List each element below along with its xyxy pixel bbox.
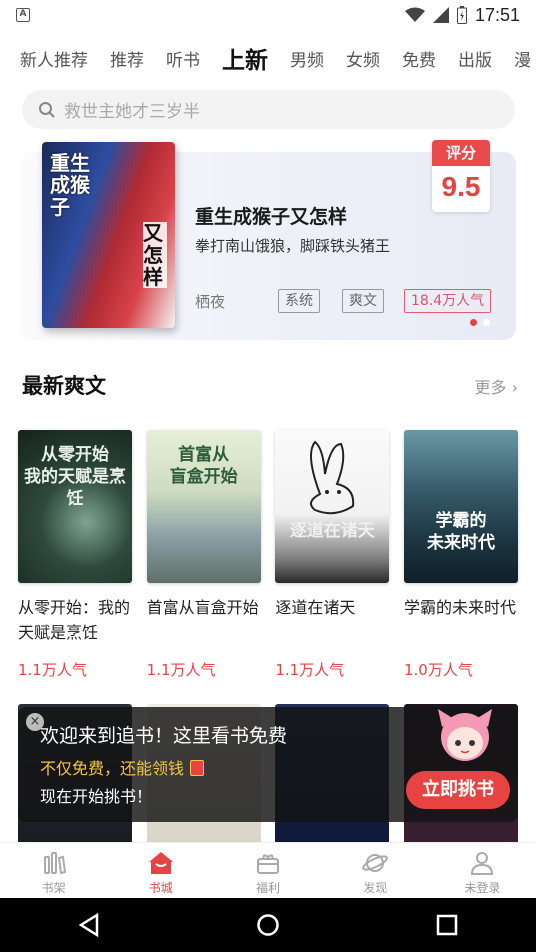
book-cover-title: 首富从 盲盒开始 bbox=[169, 445, 238, 487]
carousel-dots bbox=[470, 319, 490, 326]
book-popularity: 1.1万人气 bbox=[146, 661, 216, 679]
book-popularity: 1.1万人气 bbox=[18, 661, 87, 679]
book-title[interactable]: 首富从盲盒开始 bbox=[147, 595, 261, 645]
book-card[interactable]: 从零开始 我的天赋是烹饪 从零开始：我的天赋是烹饪 1.1万人气 bbox=[18, 430, 132, 680]
promo-subline: 不仅免费，还能领钱 bbox=[40, 755, 205, 779]
nav-label: 书架 bbox=[41, 881, 66, 895]
back-icon[interactable] bbox=[78, 913, 100, 937]
banner-tag: 系统 bbox=[278, 289, 320, 313]
book-popularity: 1.1万人气 bbox=[275, 661, 345, 679]
section-title: 最新爽文 bbox=[22, 374, 106, 398]
book-cover[interactable]: 逐道在诸天 bbox=[275, 430, 390, 583]
recents-icon[interactable] bbox=[436, 914, 458, 936]
rabbit-illustration bbox=[310, 440, 355, 515]
bookshelf-icon bbox=[43, 852, 66, 875]
clock: 17:51 bbox=[474, 4, 520, 25]
banner-cover-title-1: 重生成猴子 bbox=[50, 151, 90, 219]
search-placeholder: 救世主她才三岁半 bbox=[64, 102, 200, 122]
promo-call: 现在开始挑书！ bbox=[40, 787, 153, 806]
search-input[interactable]: 救世主她才三岁半 bbox=[22, 90, 515, 129]
system-navigation-bar bbox=[0, 898, 536, 952]
score-value: 9.5 bbox=[441, 171, 481, 202]
book-list: 从零开始 我的天赋是烹饪 从零开始：我的天赋是烹饪 1.1万人气 首富从 盲盒开… bbox=[18, 430, 518, 680]
tab-free[interactable]: 免费 bbox=[402, 46, 436, 71]
nav-discover[interactable]: 发现 bbox=[322, 843, 429, 898]
status-bar: A 17:51 bbox=[0, 0, 536, 30]
banner-author: 栖夜 bbox=[195, 293, 226, 311]
nav-label: 发现 bbox=[363, 881, 388, 895]
carousel-dot-active bbox=[470, 319, 477, 326]
nav-bookstore[interactable]: 书城 bbox=[107, 843, 214, 898]
book-popularity: 1.0万人气 bbox=[403, 661, 473, 679]
wifi-icon bbox=[404, 7, 425, 22]
banner-tag: 爽文 bbox=[342, 289, 384, 313]
mascot-icon bbox=[438, 709, 492, 761]
planet-icon bbox=[362, 854, 389, 872]
welcome-promo-banner[interactable]: × 欢迎来到追书！这里看书免费 不仅免费，还能领钱 现在开始挑书！ 立即挑书 bbox=[18, 707, 518, 822]
book-cover-title: 逐道在诸天 bbox=[289, 521, 375, 541]
notification-icon: A bbox=[16, 8, 30, 22]
nav-welfare[interactable]: 福利 bbox=[214, 843, 321, 898]
banner-book-cover[interactable]: 重生成猴子 又怎样 bbox=[42, 142, 175, 328]
book-cover[interactable]: 从零开始 我的天赋是烹饪 bbox=[18, 430, 132, 583]
tab-published[interactable]: 出版 bbox=[458, 46, 492, 71]
book-title[interactable]: 逐道在诸天 bbox=[275, 595, 389, 645]
more-link[interactable]: 更多 › bbox=[475, 374, 519, 398]
tab-new-arrivals[interactable]: 上新 bbox=[222, 41, 268, 75]
bookstore-icon bbox=[148, 852, 173, 874]
tab-female[interactable]: 女频 bbox=[346, 46, 380, 71]
book-cover-title: 学霸的 未来时代 bbox=[426, 511, 495, 553]
tab-comics[interactable]: 漫 bbox=[514, 46, 531, 71]
category-tabs: 新人推荐 推荐 听书 上新 男频 女频 免费 出版 漫 bbox=[0, 36, 536, 80]
book-card[interactable]: 逐道在诸天 逐道在诸天 1.1万人气 bbox=[275, 430, 390, 680]
banner-cover-title-2: 又怎样 bbox=[143, 222, 167, 288]
signal-icon bbox=[432, 7, 449, 23]
promo-subline-text: 不仅免费，还能领钱 bbox=[40, 759, 185, 778]
tab-male[interactable]: 男频 bbox=[290, 46, 324, 71]
book-cover-title: 从零开始 我的天赋是烹饪 bbox=[24, 445, 126, 509]
book-card[interactable]: 学霸的 未来时代 学霸的未来时代 1.0万人气 bbox=[403, 430, 518, 680]
banner-title: 重生成猴子又怎样 bbox=[195, 206, 348, 228]
score-badge: 评分 9.5 bbox=[432, 140, 490, 212]
score-label: 评分 bbox=[432, 140, 490, 166]
book-title[interactable]: 学霸的未来时代 bbox=[404, 595, 518, 645]
promo-headline: 欢迎来到追书！这里看书免费 bbox=[40, 725, 288, 747]
user-icon bbox=[471, 852, 494, 875]
bottom-navigation: 书架 书城 福利 发现 未登录 bbox=[0, 842, 536, 898]
pick-books-button[interactable]: 立即挑书 bbox=[406, 771, 510, 809]
book-cover[interactable]: 首富从 盲盒开始 bbox=[146, 430, 261, 583]
nav-account[interactable]: 未登录 bbox=[429, 843, 536, 898]
nav-label: 未登录 bbox=[464, 881, 501, 895]
home-icon[interactable] bbox=[256, 913, 280, 937]
carousel-dot bbox=[483, 319, 490, 326]
book-card[interactable]: 首富从 盲盒开始 首富从盲盒开始 1.1万人气 bbox=[146, 430, 261, 680]
tab-audiobook[interactable]: 听书 bbox=[166, 46, 200, 71]
book-cover[interactable]: 学霸的 未来时代 bbox=[403, 430, 518, 583]
banner-description: 拳打南山饿狼，脚踩铁头猪王 bbox=[195, 237, 391, 255]
tab-recommend[interactable]: 推荐 bbox=[110, 46, 144, 71]
nav-bookshelf[interactable]: 书架 bbox=[0, 843, 107, 898]
tab-new-user[interactable]: 新人推荐 bbox=[20, 46, 88, 71]
red-envelope-icon bbox=[190, 760, 205, 776]
search-icon bbox=[39, 101, 55, 118]
battery-icon bbox=[456, 6, 467, 24]
nav-label: 书城 bbox=[148, 881, 173, 895]
banner-popularity: 18.4万人气 bbox=[404, 289, 492, 313]
book-title[interactable]: 从零开始：我的天赋是烹饪 bbox=[18, 595, 132, 645]
nav-label: 福利 bbox=[256, 881, 281, 895]
featured-banner[interactable]: 重生成猴子 又怎样 重生成猴子又怎样 拳打南山饿狼，脚踩铁头猪王 栖夜 系统 爽… bbox=[20, 140, 516, 340]
gift-icon bbox=[257, 854, 279, 874]
